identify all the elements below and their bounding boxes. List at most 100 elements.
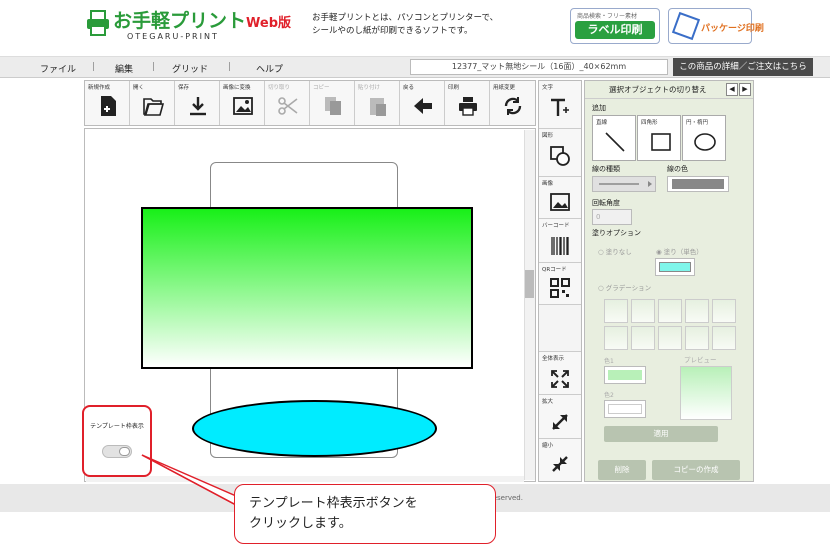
qrcode-icon <box>550 278 570 298</box>
vertical-scroll-thumb[interactable] <box>525 270 534 298</box>
paste-button[interactable]: 貼り付け <box>355 81 400 125</box>
label-print-banner[interactable]: 商品検索・フリー素材 ラベル印刷 <box>570 8 660 44</box>
fill-none-radio[interactable]: ○ 塗りなし <box>598 246 632 256</box>
tool-label: 貼り付け <box>358 85 381 91</box>
menu-edit[interactable]: 編集 <box>115 62 133 75</box>
tool-label: コピー <box>313 85 330 91</box>
label-banner-title: ラベル印刷 <box>575 21 655 39</box>
tool-label: 戻る <box>403 85 415 91</box>
tool-label: 新規作成 <box>88 85 111 91</box>
add-rectangle-button[interactable]: 四角形 <box>637 115 681 161</box>
label-banner-caption: 商品検索・フリー素材 <box>577 13 638 20</box>
tool-label: 縮小 <box>542 443 554 449</box>
duplicate-button[interactable]: コピーの作成 <box>652 460 740 480</box>
tool-label: 画像 <box>542 181 554 187</box>
add-ellipse-button[interactable]: 円・楕円 <box>682 115 726 161</box>
cut-button[interactable]: 切り取り <box>265 81 310 125</box>
gradient-rectangle-shape[interactable] <box>141 207 473 369</box>
fit-view-button[interactable]: 全体表示 <box>539 351 581 395</box>
undo-button[interactable]: 戻る <box>400 81 445 125</box>
paste-icon <box>370 98 386 116</box>
toggle-knob[interactable] <box>119 447 130 456</box>
add-shape-button[interactable]: 図形 <box>539 129 581 177</box>
intro-line-2: シールやのし紙が印刷できるソフトです。 <box>312 26 473 36</box>
gradient-swatch[interactable] <box>658 326 682 350</box>
gradient-swatch[interactable] <box>631 326 655 350</box>
menu-grid[interactable]: グリッド <box>172 62 208 75</box>
toggle-highlight-box <box>82 405 152 477</box>
main-toolbar: 新規作成 開く 保存 画像に変換 切り取り コピー 貼り付け 戻る 印刷 用紙変… <box>84 80 536 126</box>
save-button[interactable]: 保存 <box>175 81 220 125</box>
add-image-button[interactable]: 画像 <box>539 177 581 219</box>
change-paper-button[interactable]: 用紙変更 <box>490 81 535 125</box>
callout-line-1: テンプレート枠表示ボタンを <box>249 496 418 511</box>
add-qrcode-button[interactable]: QRコード <box>539 263 581 305</box>
add-line-button[interactable]: 直線 <box>592 115 636 161</box>
tool-label: 用紙変更 <box>493 85 516 91</box>
gradient-swatch[interactable] <box>604 299 628 323</box>
fill-color-picker[interactable] <box>655 258 695 276</box>
refresh-icon <box>504 97 522 115</box>
fill-none-label: 塗りなし <box>605 248 632 256</box>
apply-gradient-button[interactable]: 適用 <box>604 426 718 442</box>
image-icon <box>550 193 570 211</box>
fill-solid-radio[interactable]: ◉ 塗り（単色） <box>656 246 703 256</box>
fit-screen-icon <box>551 370 569 388</box>
gradient-swatch[interactable] <box>685 299 709 323</box>
arrow-left-icon <box>414 98 432 114</box>
line-sample-icon <box>599 181 652 187</box>
template-frame-toggle-label: テンプレート枠表示 <box>90 423 144 430</box>
cyan-ellipse-shape[interactable] <box>192 400 437 457</box>
gradient-swatch[interactable] <box>685 326 709 350</box>
tool-label: 切り取り <box>268 85 291 91</box>
color1-picker[interactable] <box>604 366 646 384</box>
ellipse-icon <box>694 133 716 151</box>
line-color-picker[interactable] <box>667 176 729 192</box>
product-name-field: 12377_マット無地シール（16面）_40×62mm <box>410 59 668 75</box>
copy-button[interactable]: コピー <box>310 81 355 125</box>
package-print-banner[interactable]: パッケージ印刷 <box>668 8 764 44</box>
tool-label: 保存 <box>178 85 190 91</box>
color1-swatch <box>608 370 642 380</box>
gradient-swatch[interactable] <box>712 299 736 323</box>
download-icon <box>190 97 206 116</box>
gradient-preview <box>680 366 732 420</box>
product-detail-button[interactable]: この商品の詳細／ご注文はこちら <box>673 58 813 76</box>
print-button[interactable]: 印刷 <box>445 81 490 125</box>
gradient-swatch[interactable] <box>712 326 736 350</box>
rotation-input[interactable]: 0 <box>592 209 632 225</box>
new-button[interactable]: 新規作成 <box>85 81 130 125</box>
tool-label: 開く <box>133 85 145 91</box>
intro-text: お手軽プリントとは、パソコンとプリンターで、 シールやのし紙が印刷できるソフトで… <box>312 12 552 38</box>
fill-option-label: 塗りオプション <box>592 229 641 237</box>
delete-button[interactable]: 削除 <box>598 460 646 480</box>
line-type-label: 線の種類 <box>592 165 620 173</box>
menu-file[interactable]: ファイル <box>40 62 76 75</box>
gradient-swatch[interactable] <box>658 299 682 323</box>
package-banner-title: パッケージ印刷 <box>701 24 764 34</box>
shape-icon <box>550 146 570 166</box>
tool-label: 図形 <box>542 133 554 139</box>
gradient-swatch[interactable] <box>631 299 655 323</box>
vertical-scrollbar[interactable] <box>524 130 535 480</box>
object-sidebar: 文字 図形 画像 バーコード QRコード 全体表示 拡大 縮小 <box>538 80 582 482</box>
gradient-swatch[interactable] <box>604 326 628 350</box>
convert-image-button[interactable]: 画像に変換 <box>220 81 265 125</box>
add-text-button[interactable]: 文字 <box>539 81 581 129</box>
line-type-select[interactable] <box>592 176 656 192</box>
printer-logo-icon <box>86 10 110 36</box>
gradient-radio[interactable]: ○ グラデーション <box>598 282 651 292</box>
color2-swatch <box>608 404 642 414</box>
horizontal-scrollbar[interactable] <box>86 476 524 482</box>
next-object-button[interactable]: ▶ <box>739 83 751 96</box>
zoom-in-button[interactable]: 拡大 <box>539 395 581 439</box>
menu-help[interactable]: ヘルプ <box>256 62 283 75</box>
zoom-out-button[interactable]: 縮小 <box>539 439 581 481</box>
open-button[interactable]: 開く <box>130 81 175 125</box>
line-icon <box>605 132 625 152</box>
prev-object-button[interactable]: ◀ <box>726 83 738 96</box>
shrink-icon <box>552 456 568 472</box>
color2-picker[interactable] <box>604 400 646 418</box>
site-logo[interactable]: お手軽プリントWeb版 <box>113 6 291 33</box>
add-barcode-button[interactable]: バーコード <box>539 219 581 263</box>
